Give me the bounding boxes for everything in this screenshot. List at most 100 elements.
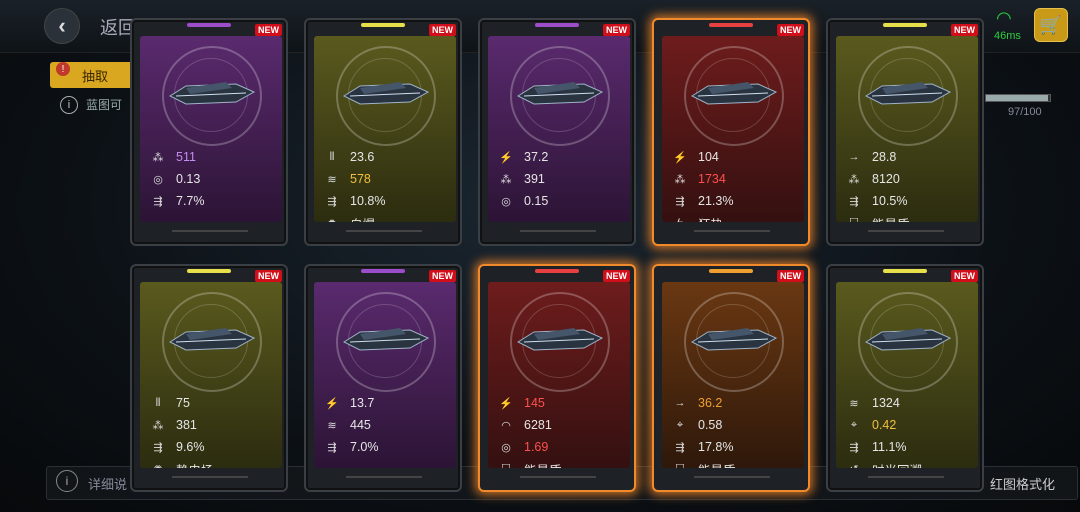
- target-icon: ⌖: [676, 418, 684, 431]
- blueprint-card[interactable]: NEW → 36.2 ⌖ 0.58 ⇶ 17.8% ⛉ 能量盾: [652, 264, 810, 492]
- stat-value: 9.6%: [176, 440, 205, 454]
- stat-row: ≋ 445: [324, 416, 370, 434]
- blueprint-card[interactable]: NEW ⁂ 511 ◎ 0.13 ⇶ 7.7%: [130, 18, 288, 246]
- detail-text[interactable]: 详细说: [88, 474, 127, 493]
- new-badge: NEW: [603, 270, 630, 282]
- card-panel: ⦀ 23.6 ≋ 578 ⇶ 10.8% ✹ 自爆: [314, 36, 456, 222]
- rarity-bar: [187, 269, 231, 273]
- armor-icon: ◠: [501, 419, 511, 432]
- blueprint-card[interactable]: NEW ⦀ 23.6 ≋ 578 ⇶ 10.8% ✹ 自爆: [304, 18, 462, 246]
- ship-icon: [864, 328, 952, 351]
- stat-row: ϟ 狂热: [672, 214, 723, 222]
- stat-row: ⇶ 9.6%: [150, 438, 205, 456]
- new-badge: NEW: [255, 270, 282, 282]
- rarity-bar: [361, 269, 405, 273]
- new-badge: NEW: [777, 24, 804, 36]
- stat-row: ⚡ 37.2: [498, 148, 548, 166]
- card-footer-bar: [172, 230, 248, 240]
- stat-value: 37.2: [524, 150, 549, 164]
- card-footer-bar: [346, 476, 422, 486]
- cart-icon: 🛒: [1039, 14, 1063, 35]
- blueprint-card[interactable]: NEW ⚡ 13.7 ≋ 445 ⇶ 7.0%: [304, 264, 462, 492]
- damage-icon: ⚡: [499, 151, 513, 164]
- card-panel: → 28.8 ⁂ 8120 ⇶ 10.5% ⛉ 能量盾: [836, 36, 978, 222]
- capacity-progress-fill: [986, 95, 1049, 101]
- range-icon: ≋: [849, 397, 859, 410]
- stat-row: ✺ 静电场: [150, 460, 213, 469]
- format-button[interactable]: 红图格式化: [990, 474, 1055, 493]
- cluster-icon: ⁂: [500, 173, 512, 186]
- stat-row: ≋ 578: [324, 170, 370, 188]
- blueprint-card[interactable]: NEW ⚡ 104 ⁂ 1734 ⇶ 21.3% ϟ 狂热: [652, 18, 810, 246]
- stat-row: → 28.8: [846, 148, 897, 166]
- stat-value: 7.7%: [176, 194, 205, 208]
- shop-cart-button[interactable]: 🛒: [1034, 8, 1068, 42]
- stat-row: ⦀ 75: [150, 394, 190, 412]
- card-footer-bar: [868, 230, 944, 240]
- range-icon: ≋: [327, 173, 337, 186]
- info-icon[interactable]: i: [60, 96, 78, 114]
- rarity-bar: [709, 23, 753, 27]
- stat-value: 13.7: [350, 396, 375, 410]
- card-footer-bar: [694, 230, 770, 240]
- blueprint-card[interactable]: NEW ⚡ 37.2 ⁂ 391 ◎ 0.15: [478, 18, 636, 246]
- damage-icon: ⚡: [499, 397, 513, 410]
- stat-row: ⇶ 11.1%: [846, 438, 907, 456]
- stat-row: ⚡ 104: [672, 148, 719, 166]
- blueprint-card[interactable]: NEW → 28.8 ⁂ 8120 ⇶ 10.5% ⛉ 能量盾: [826, 18, 984, 246]
- rarity-bar: [361, 23, 405, 27]
- chevron-left-icon: ‹: [58, 13, 66, 38]
- stat-row: ⇶ 7.7%: [150, 192, 205, 210]
- cluster-icon: ⁂: [848, 173, 860, 186]
- back-button[interactable]: ‹: [44, 8, 80, 44]
- blueprint-card[interactable]: NEW ⚡ 145 ◠ 6281 ◎ 1.69 ⛉ 能量盾: [478, 264, 636, 492]
- stat-row: ⛉ 能量盾: [672, 460, 736, 469]
- stat-row: ⇶ 21.3%: [672, 192, 733, 210]
- capacity-progress-bar: [985, 94, 1051, 102]
- stat-value: 10.5%: [872, 194, 908, 208]
- stat-row: ↺ 时光回溯: [846, 460, 922, 469]
- crit-icon: ⇶: [153, 441, 163, 454]
- ship-icon: [168, 328, 256, 351]
- alert-icon: !: [56, 62, 70, 76]
- speed-icon: →: [674, 397, 686, 409]
- info-icon[interactable]: i: [56, 470, 78, 492]
- target-icon: ⌖: [850, 418, 858, 431]
- frenzy-icon: ϟ: [672, 217, 688, 222]
- stat-value: 11.1%: [872, 440, 907, 454]
- new-badge: NEW: [603, 24, 630, 36]
- ship-icon: [516, 82, 604, 105]
- draw-tab-label: 抽取: [81, 68, 108, 84]
- ammo-icon: ⦀: [155, 396, 161, 409]
- stat-row: ⌖ 0.42: [846, 416, 896, 434]
- stat-value: 1734: [698, 172, 726, 186]
- stat-row: ⦀ 23.6: [324, 148, 375, 166]
- card-panel: ⦀ 75 ⁂ 381 ⇶ 9.6% ✺ 静电场: [140, 282, 282, 468]
- card-footer-bar: [172, 476, 248, 486]
- card-panel: ≋ 1324 ⌖ 0.42 ⇶ 11.1% ↺ 时光回溯: [836, 282, 978, 468]
- stat-value: 0.42: [872, 418, 897, 432]
- blueprint-card[interactable]: NEW ⦀ 75 ⁂ 381 ⇶ 9.6% ✺ 静电场: [130, 264, 288, 492]
- blueprint-card[interactable]: NEW ≋ 1324 ⌖ 0.42 ⇶ 11.1% ↺ 时光回溯: [826, 264, 984, 492]
- card-panel: ⁂ 511 ◎ 0.13 ⇶ 7.7%: [140, 36, 282, 222]
- cluster-icon: ⁂: [674, 173, 686, 186]
- stat-value: 能量盾: [872, 214, 910, 223]
- stat-value: 104: [698, 150, 719, 164]
- crit-icon: ⇶: [675, 195, 685, 208]
- stat-row: → 36.2: [672, 394, 723, 412]
- stat-value: 17.8%: [698, 440, 734, 454]
- speed-icon: →: [848, 151, 860, 163]
- card-panel: ⚡ 145 ◠ 6281 ◎ 1.69 ⛉ 能量盾: [488, 282, 630, 468]
- stat-row: ≋ 1324: [846, 394, 899, 412]
- stat-value: 36.2: [698, 396, 723, 410]
- stat-value: 0.13: [176, 172, 201, 186]
- new-badge: NEW: [951, 270, 978, 282]
- stat-value: 自爆: [350, 214, 375, 223]
- card-footer-bar: [868, 476, 944, 486]
- stat-value: 1.69: [524, 440, 549, 454]
- cluster-icon: ⁂: [152, 151, 164, 164]
- rarity-bar: [709, 269, 753, 273]
- card-footer-bar: [520, 476, 596, 486]
- rarity-bar: [187, 23, 231, 27]
- stat-row: ⇶ 10.5%: [846, 192, 907, 210]
